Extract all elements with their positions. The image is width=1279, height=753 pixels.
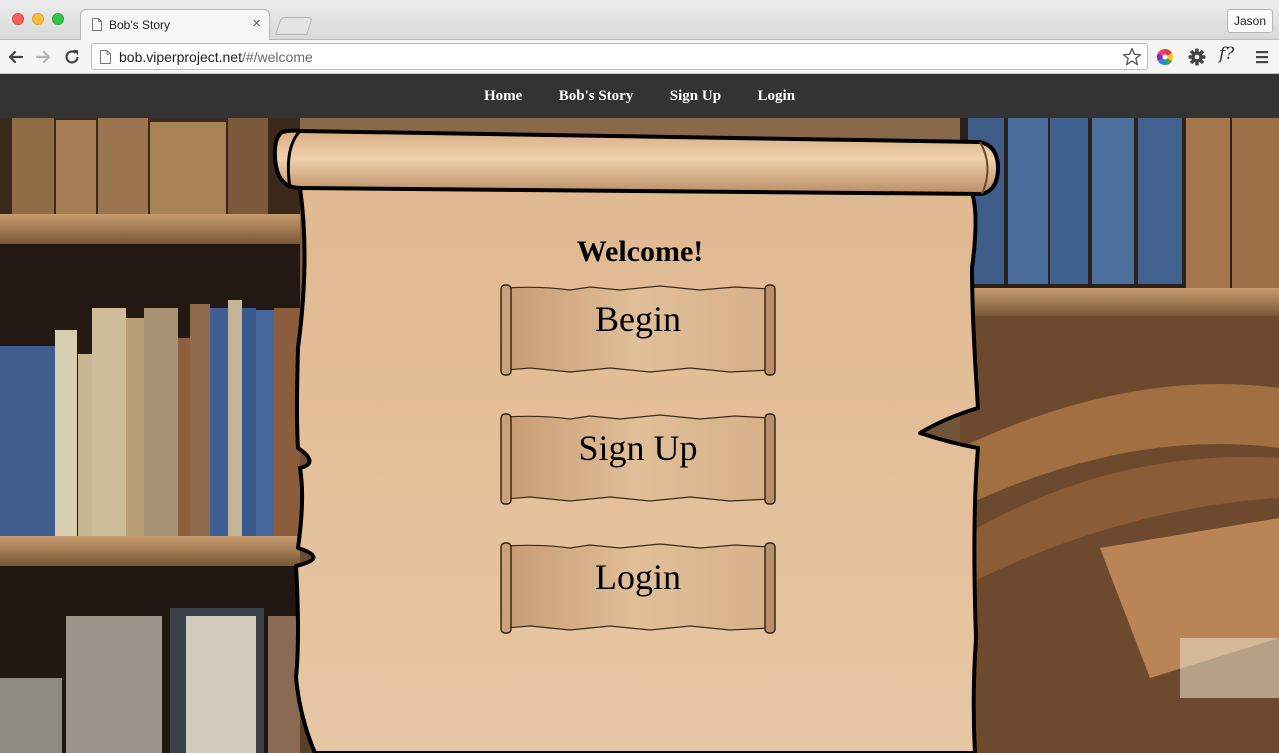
- maximize-window-button[interactable]: [52, 13, 64, 25]
- begin-button-label: Begin: [595, 299, 681, 339]
- profile-button[interactable]: Jason: [1226, 9, 1273, 33]
- tab-title: Bob's Story: [109, 18, 170, 32]
- page-icon: [100, 50, 111, 64]
- url-host: bob.viperproject.net: [119, 49, 242, 65]
- site-navbar: Home Bob's Story Sign Up Login: [0, 74, 1279, 118]
- tab-close-icon[interactable]: ×: [252, 15, 261, 32]
- login-button-label: Login: [595, 557, 681, 597]
- url-text[interactable]: bob.viperproject.net/#/welcome: [119, 49, 313, 65]
- sign-up-button[interactable]: Sign Up: [500, 413, 776, 505]
- begin-button[interactable]: Begin: [500, 284, 776, 376]
- menu-icon[interactable]: [1252, 47, 1272, 67]
- nav-sign-up-link[interactable]: Sign Up: [670, 88, 721, 105]
- forward-arrow-icon[interactable]: [33, 47, 53, 67]
- back-arrow-icon[interactable]: [6, 47, 26, 67]
- browser-tab[interactable]: Bob's Story ×: [80, 9, 270, 40]
- reload-icon[interactable]: [62, 47, 82, 67]
- nav-bobs-story-link[interactable]: Bob's Story: [559, 88, 634, 105]
- nav-home-link[interactable]: Home: [484, 88, 522, 105]
- sign-up-button-label: Sign Up: [578, 428, 698, 468]
- close-window-button[interactable]: [12, 13, 24, 25]
- minimize-window-button[interactable]: [32, 13, 44, 25]
- browser-titlebar: Bob's Story × Jason: [0, 0, 1279, 40]
- welcome-heading: Welcome!: [576, 235, 704, 268]
- url-path: /#/welcome: [241, 49, 313, 65]
- font-extension-icon[interactable]: f?: [1219, 44, 1234, 64]
- gear-icon[interactable]: [1187, 47, 1207, 67]
- address-bar[interactable]: bob.viperproject.net/#/welcome: [91, 43, 1148, 70]
- page-icon: [92, 18, 102, 31]
- color-wheel-extension-icon[interactable]: [1155, 47, 1175, 67]
- new-tab-button[interactable]: [275, 17, 313, 35]
- parchment-top-roll: [272, 128, 1000, 196]
- bookmark-star-icon[interactable]: [1121, 46, 1143, 68]
- nav-login-link[interactable]: Login: [758, 88, 796, 105]
- login-button[interactable]: Login: [500, 542, 776, 634]
- browser-toolbar: bob.viperproject.net/#/welcome f?: [0, 40, 1279, 74]
